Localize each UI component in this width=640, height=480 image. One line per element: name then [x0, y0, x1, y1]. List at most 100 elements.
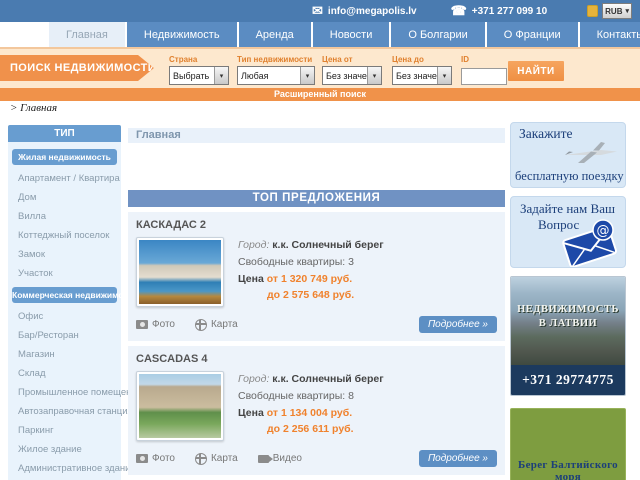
id-input[interactable]: [461, 68, 507, 85]
details-button[interactable]: Подробнее »: [419, 450, 497, 467]
price-from: от 1 134 004 руб.: [267, 407, 352, 419]
apartments-value: 8: [348, 390, 354, 402]
page: info@megapolis.lv +371 277 099 10 RUB Гл…: [0, 0, 640, 480]
tab-kontakty[interactable]: Контакты: [580, 22, 640, 47]
tab-o-francii[interactable]: О Франции: [487, 22, 578, 47]
tab-nedvizhimost[interactable]: Недвижимость: [127, 22, 237, 47]
tab-o-bolgarii[interactable]: О Болгарии: [391, 22, 484, 47]
advanced-search-link[interactable]: Расширенный поиск: [0, 88, 640, 101]
sidebar-item-apartament[interactable]: Апартамент / Квартира: [8, 169, 121, 188]
listing-title[interactable]: КАСКАДАС 2: [136, 217, 497, 237]
camera-icon: [136, 320, 148, 329]
building-photo: НЕДВИЖИМОСТЬ В ЛАТВИИ: [511, 277, 625, 365]
country-select[interactable]: Выбрать: [169, 66, 229, 85]
type-sidebar: ТИП Жилая недвижимость Апартамент / Квар…: [8, 125, 121, 480]
sidebar-item-sklad[interactable]: Склад: [8, 364, 121, 383]
globe-icon: [195, 319, 207, 331]
tab-label: Недвижимость: [144, 29, 220, 41]
sidebar-item-dom[interactable]: Дом: [8, 188, 121, 207]
field-price-to: Цена до Без значения: [392, 55, 452, 85]
price-from-value: Без значения: [323, 71, 367, 81]
airplane-icon: [559, 138, 623, 166]
property-type-label: Тип недвижимости: [237, 55, 315, 64]
price-to-label: Цена до: [392, 55, 452, 64]
sidebar-item-magazin[interactable]: Магазин: [8, 345, 121, 364]
sidebar-item-uchastok[interactable]: Участок: [8, 264, 121, 283]
map-link[interactable]: Карта: [195, 319, 238, 331]
listing-photo[interactable]: [136, 371, 224, 441]
sidebar-item-parking[interactable]: Паркинг: [8, 421, 121, 440]
price-from: от 1 320 749 руб.: [267, 273, 352, 285]
listing-photo[interactable]: [136, 237, 224, 307]
tab-label: Контакты: [597, 29, 640, 41]
sidebar-item-zhilaya[interactable]: Жилая недвижимость: [12, 149, 117, 165]
video-link[interactable]: Видео: [258, 453, 302, 464]
map-link[interactable]: Карта: [195, 453, 238, 465]
currency-select[interactable]: RUB: [602, 3, 632, 19]
sidebar-item-bar-restoran[interactable]: Бар/Ресторан: [8, 326, 121, 345]
chevron-down-icon: [367, 67, 381, 84]
chevron-down-icon: [300, 67, 314, 84]
search-panel: ПОИСК НЕДВИЖИМОСТИ Страна Выбрать Тип не…: [0, 49, 640, 88]
listing-details: Город: к.к. Солнечный берег Свободные кв…: [238, 371, 384, 441]
price-from-label: Цена от: [322, 55, 382, 64]
photo-link[interactable]: Фото: [136, 453, 175, 464]
photo-link-label: Фото: [152, 319, 175, 330]
city-label: Город:: [238, 239, 269, 251]
price-label: Цена: [238, 407, 264, 419]
city-value: к.к. Солнечный берег: [272, 373, 383, 385]
price-to-select[interactable]: Без значения: [392, 66, 452, 85]
latvia-property-banner[interactable]: НЕДВИЖИМОСТЬ В ЛАТВИИ +371 29774775: [510, 276, 626, 396]
country-value: Выбрать: [170, 71, 214, 81]
sidebar-item-kottedzh[interactable]: Коттеджный поселок: [8, 226, 121, 245]
breadcrumb[interactable]: > Главная: [10, 102, 57, 114]
price-from-select[interactable]: Без значения: [322, 66, 382, 85]
tab-novosti[interactable]: Новости: [313, 22, 390, 47]
search-banner-label: ПОИСК НЕДВИЖИМОСТИ: [10, 62, 156, 74]
ask-question-banner[interactable]: Задайте нам Ваш Вопрос @: [510, 196, 626, 268]
email-contact[interactable]: info@megapolis.lv: [312, 3, 417, 19]
property-type-select[interactable]: Любая: [237, 66, 315, 85]
sidebar-item-promyshlennoe[interactable]: Промышленное помещение: [8, 383, 121, 402]
free-trip-banner[interactable]: Закажите бесплатную поездку: [510, 122, 626, 188]
sidebar-item-villa[interactable]: Вилла: [8, 207, 121, 226]
phone-icon: [451, 3, 467, 19]
video-link-label: Видео: [273, 453, 302, 464]
tab-glavnaya[interactable]: Главная: [49, 22, 125, 47]
listing-details: Город: к.к. Солнечный берег Свободные кв…: [238, 237, 384, 307]
sidebar-title: ТИП: [8, 125, 121, 142]
baltic-banner-text: Берег Балтийского моря: [511, 409, 625, 480]
sidebar-item-ofis[interactable]: Офис: [8, 307, 121, 326]
tab-label: О Болгарии: [408, 29, 467, 41]
field-price-from: Цена от Без значения: [322, 55, 382, 85]
trip-banner-line2: бесплатную поездку: [515, 169, 624, 184]
currency-icon: [587, 5, 598, 17]
apartments-label: Свободные квартиры:: [238, 390, 345, 402]
listing-title[interactable]: CASCADAS 4: [136, 351, 497, 371]
envelope-icon: [312, 3, 323, 19]
sidebar-item-administrativnoe[interactable]: Административное здание: [8, 459, 121, 478]
tab-label: О Франции: [504, 29, 561, 41]
price-to-value: Без значения: [393, 71, 437, 81]
sidebar-item-zamok[interactable]: Замок: [8, 245, 121, 264]
sidebar-body: Жилая недвижимость Апартамент / Квартира…: [8, 142, 121, 480]
right-rail: Закажите бесплатную поездку Задайте нам …: [510, 122, 626, 480]
sidebar-item-kommercheskaya[interactable]: Коммерческая недвижимость: [12, 287, 117, 303]
photo-link-label: Фото: [152, 453, 175, 464]
find-button[interactable]: НАЙТИ: [508, 61, 564, 81]
field-property-type: Тип недвижимости Любая: [237, 55, 315, 85]
property-type-value: Любая: [238, 71, 300, 81]
latvia-overlay-line2: В ЛАТВИИ: [511, 317, 625, 331]
listing-body: Город: к.к. Солнечный берег Свободные кв…: [136, 371, 497, 441]
photo-link[interactable]: Фото: [136, 319, 175, 330]
baltic-sea-banner[interactable]: Берег Балтийского моря: [510, 408, 626, 480]
price-label: Цена: [238, 273, 264, 285]
tab-arenda[interactable]: Аренда: [239, 22, 311, 47]
page-title: Главная: [128, 128, 505, 143]
listing-card: CASCADAS 4 Город: к.к. Солнечный берег С…: [128, 346, 505, 475]
details-button[interactable]: Подробнее »: [419, 316, 497, 333]
sidebar-item-zhiloe-zdanie[interactable]: Жилое здание: [8, 440, 121, 459]
phone-text: +371 277 099 10: [472, 6, 547, 17]
sidebar-item-azs[interactable]: Автозаправочная станция: [8, 402, 121, 421]
video-camera-icon: [258, 455, 269, 463]
